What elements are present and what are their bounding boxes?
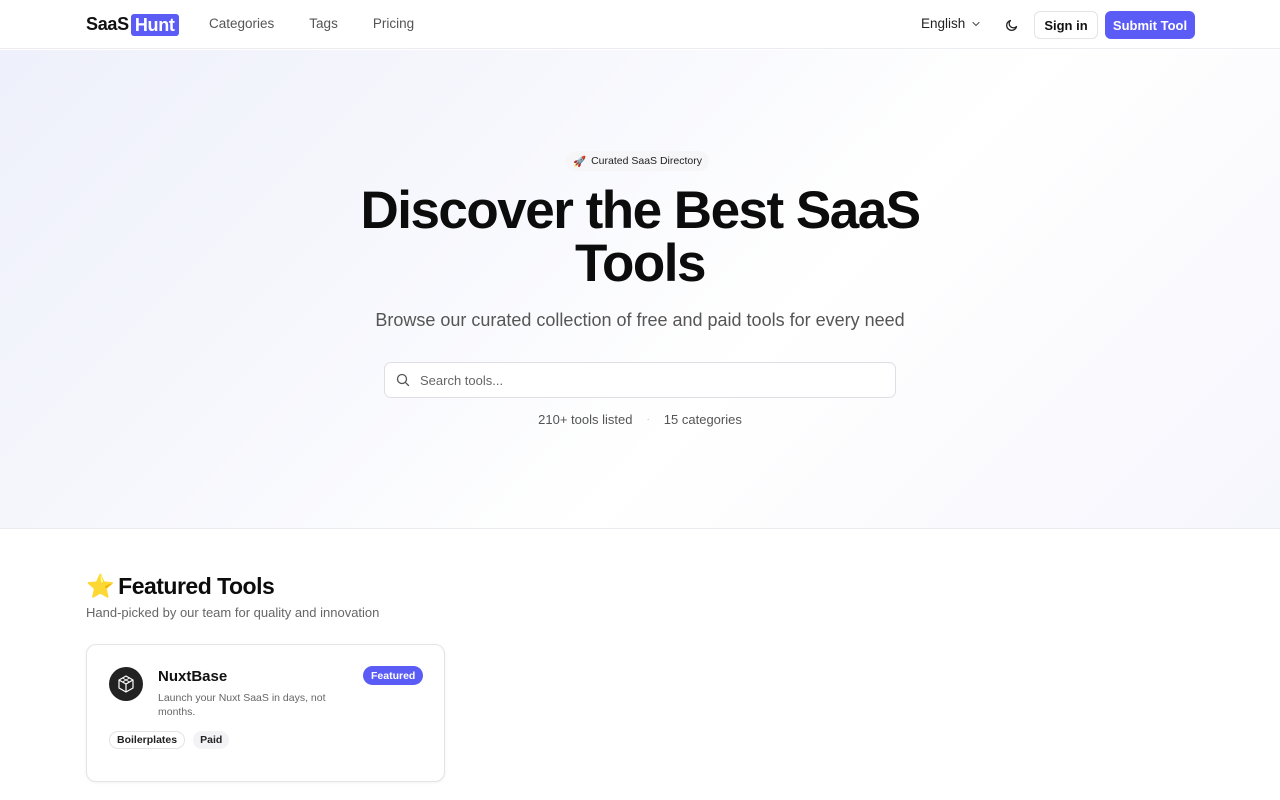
logo-highlight: Hunt (130, 13, 179, 36)
featured-badge: Featured (363, 666, 424, 685)
search-input[interactable] (420, 372, 895, 388)
tag-boilerplates[interactable]: Boilerplates (109, 731, 186, 749)
sign-in-button[interactable]: Sign in (1034, 11, 1098, 39)
hero-section: 🚀 Curated SaaS Directory Discover the Be… (0, 50, 1280, 529)
tool-logo (109, 667, 143, 701)
stat-tools-count: 210+ tools listed (538, 412, 633, 427)
tool-name: NuxtBase (158, 668, 228, 685)
nav-link-tags[interactable]: Tags (309, 16, 338, 31)
stat-separator: · (646, 414, 650, 425)
nav-link-categories[interactable]: Categories (209, 16, 274, 31)
search-icon (396, 373, 410, 387)
language-label: English (921, 16, 966, 31)
chevron-down-icon (972, 21, 980, 26)
submit-tool-button[interactable]: Submit Tool (1105, 11, 1195, 39)
featured-title: ⭐ Featured Tools (86, 573, 275, 600)
tool-description: Launch your Nuxt SaaS in days, not month… (158, 692, 326, 718)
tag-paid: Paid (193, 731, 230, 749)
stat-categories-count: 15 categories (663, 412, 742, 427)
language-select[interactable]: English (921, 16, 981, 31)
hero-title: Discover the Best SaaS Tools (0, 184, 1280, 290)
hero-pill-text: Curated SaaS Directory (591, 155, 702, 167)
rocket-icon: 🚀 (573, 155, 587, 168)
hero-stats: 210+ tools listed · 15 categories (0, 412, 1280, 427)
hero-title-line-1: Discover the Best SaaS (360, 181, 921, 240)
main-nav: Categories Tags Pricing (209, 16, 449, 31)
theme-toggle[interactable] (1002, 15, 1022, 35)
moon-icon (1006, 19, 1018, 31)
nav-link-pricing[interactable]: Pricing (373, 16, 414, 31)
tool-tags: Boilerplates Paid (109, 731, 230, 749)
search-box[interactable] (384, 362, 896, 398)
cube-logo-icon (118, 675, 134, 693)
hero-title-line-2: Tools (575, 234, 706, 293)
featured-title-text: Featured Tools (118, 573, 275, 599)
star-icon: ⭐ (86, 573, 115, 599)
tool-card-nuxtbase[interactable]: NuxtBase Launch your Nuxt SaaS in days, … (86, 644, 445, 782)
logo-text: SaaS (86, 14, 129, 34)
hero-subtitle: Browse our curated collection of free an… (375, 310, 905, 330)
site-header: SaaS Hunt Categories Tags Pricing Englis… (0, 0, 1280, 49)
logo[interactable]: SaaS Hunt (86, 13, 179, 36)
featured-subtitle: Hand-picked by our team for quality and … (86, 605, 380, 620)
hero-pill: 🚀 Curated SaaS Directory (566, 151, 709, 171)
